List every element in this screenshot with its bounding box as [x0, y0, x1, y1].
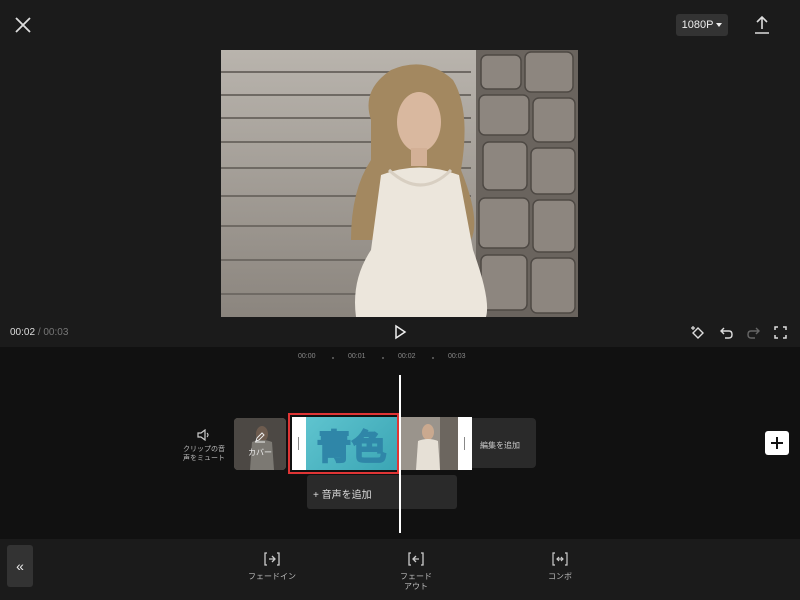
clip-thumbnail-caption: 青色	[316, 428, 387, 468]
resolution-label: 1080P	[681, 19, 714, 31]
add-edit-label: 編集を追加	[480, 441, 520, 450]
fade-out-label: フェードアウト	[400, 572, 432, 591]
fade-in-icon	[264, 552, 280, 566]
mute-label: クリップの音声をミュート	[183, 446, 225, 462]
resolution-dropdown[interactable]: 1080P	[676, 14, 728, 36]
ruler-tick: 00:02	[398, 353, 416, 360]
ruler-dot	[332, 357, 334, 359]
fade-out-button[interactable]: フェードアウト	[381, 552, 451, 592]
combo-button[interactable]: コンボ	[525, 552, 595, 582]
close-icon	[15, 17, 31, 33]
clip-trim-handle-right[interactable]	[458, 417, 472, 470]
fullscreen-button[interactable]	[773, 325, 788, 340]
export-button[interactable]	[752, 14, 772, 36]
ruler-tick: 00:00	[298, 353, 316, 360]
timecode: 00:02 / 00:03	[10, 327, 68, 338]
undo-button[interactable]	[719, 325, 734, 340]
keyframe-button[interactable]	[690, 325, 705, 340]
upload-icon	[755, 15, 769, 34]
ruler-tick: 00:03	[448, 353, 466, 360]
preview-photo	[221, 50, 578, 317]
clip-thumbnail-photo	[400, 417, 458, 470]
add-edit-button[interactable]: 編集を追加	[472, 418, 536, 468]
ruler-dot	[382, 357, 384, 359]
caret-down-icon	[716, 23, 723, 27]
video-preview	[221, 50, 578, 317]
timeline-panel[interactable]: 00:00 00:01 00:02 00:03 クリップの音声をミュート カバー…	[0, 347, 800, 539]
combo-icon	[552, 552, 568, 566]
collapse-toolbar-button[interactable]: «	[7, 545, 33, 587]
play-icon	[395, 324, 407, 340]
redo-icon	[747, 327, 760, 339]
current-time: 00:02	[10, 327, 36, 338]
cover-label: カバー	[248, 447, 272, 457]
video-clip-track[interactable]: 青色	[292, 417, 472, 470]
add-clip-button[interactable]	[765, 431, 789, 455]
undo-icon	[720, 327, 733, 339]
add-audio-button[interactable]: + 音声を追加	[307, 475, 457, 509]
ruler-dot	[432, 357, 434, 359]
combo-label: コンボ	[548, 572, 572, 581]
ruler-tick: 00:01	[348, 353, 366, 360]
close-button[interactable]	[12, 14, 34, 36]
speaker-icon	[197, 429, 209, 441]
bottom-toolbar: « フェードイン フェードアウト コンボ	[0, 540, 800, 600]
fade-in-button[interactable]: フェードイン	[237, 552, 307, 582]
double-chevron-left-icon: «	[16, 558, 24, 574]
playhead[interactable]	[399, 375, 401, 533]
time-separator: /	[37, 327, 41, 338]
total-time: 00:03	[43, 327, 69, 338]
cover-button[interactable]: カバー	[234, 418, 286, 470]
keyframe-icon	[691, 326, 704, 339]
fade-in-label: フェードイン	[248, 572, 296, 581]
clip-thumbnail-text: 青色	[306, 417, 398, 470]
fullscreen-icon	[774, 326, 787, 339]
mute-clip-audio-button[interactable]: クリップの音声をミュート	[182, 429, 226, 463]
pencil-icon	[255, 431, 265, 442]
fade-out-icon	[408, 552, 424, 566]
redo-button[interactable]	[746, 325, 761, 340]
clip-trim-handle-left[interactable]	[292, 417, 306, 470]
add-audio-label: + 音声を追加	[313, 490, 372, 501]
play-button[interactable]	[392, 324, 408, 340]
